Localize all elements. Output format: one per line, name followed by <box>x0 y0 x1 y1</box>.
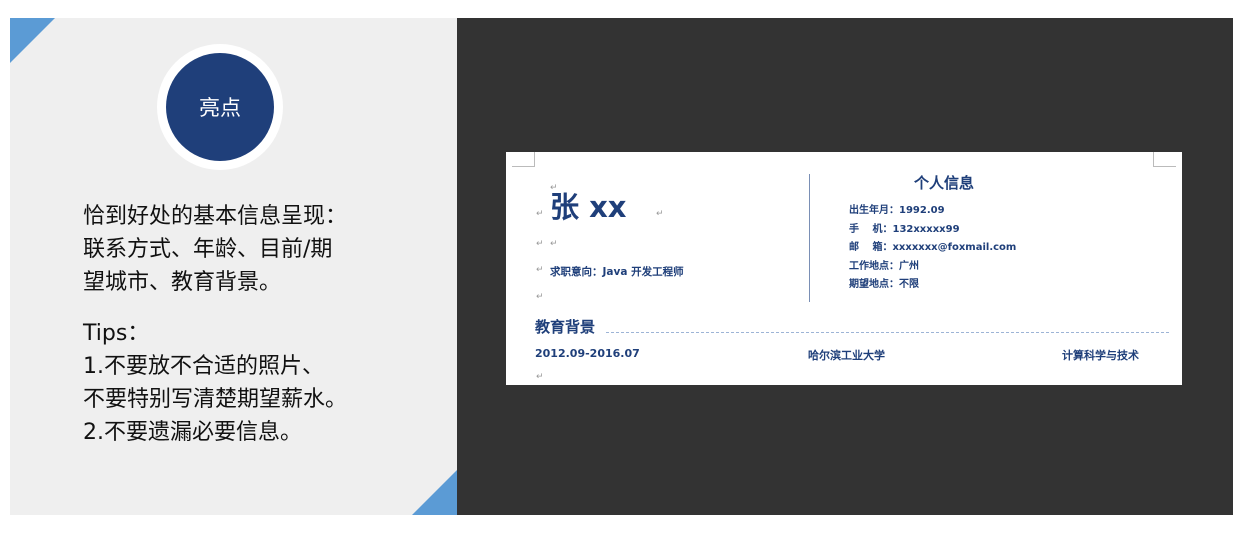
highlight-badge-label: 亮点 <box>166 53 274 161</box>
education-divider <box>606 332 1169 333</box>
crop-mark-top-right <box>1153 152 1176 167</box>
crop-mark-top-left <box>512 152 535 167</box>
corner-triangle-top-left <box>10 18 55 63</box>
education-school: 哈尔滨工业大学 <box>808 349 885 362</box>
tips-title: Tips： <box>83 321 150 346</box>
summary-line-3: 望城市、教育背景。 <box>83 270 282 295</box>
paragraph-mark: ↵ <box>656 209 664 219</box>
paragraph-mark: ↵ <box>536 209 544 219</box>
preview-panel: ↵ ↵ 张 xx ↵ ↵ ↵ ↵ 求职意向：Java 开发工程师 ↵ 个人信息 … <box>457 18 1233 515</box>
paragraph-mark: ↵ <box>536 292 544 302</box>
info-email: 邮 箱：xxxxxxx@foxmail.com <box>849 242 1017 254</box>
education-title: 教育背景 <box>535 318 596 336</box>
paragraph-mark: ↵ <box>536 265 544 275</box>
paragraph-mark: ↵ <box>536 372 544 382</box>
highlight-badge: 亮点 <box>157 44 283 170</box>
resume-name: 张 xx <box>550 190 627 224</box>
column-divider <box>809 174 810 302</box>
info-phone: 手 机：132xxxxx99 <box>849 223 960 235</box>
left-panel: 亮点 恰到好处的基本信息呈现： 联系方式、年龄、目前/期 望城市、教育背景。 T… <box>10 18 457 515</box>
info-birth: 出生年月：1992.09 <box>849 205 945 216</box>
education-period: 2012.09-2016.07 <box>535 347 640 360</box>
summary-line-1: 恰到好处的基本信息呈现： <box>83 204 348 229</box>
info-expected-location: 期望地点：不限 <box>849 279 919 291</box>
job-intention: 求职意向：Java 开发工程师 <box>550 266 684 278</box>
tips-text-block: 恰到好处的基本信息呈现： 联系方式、年龄、目前/期 望城市、教育背景。 Tips… <box>83 200 443 449</box>
personal-info-title: 个人信息 <box>914 174 975 192</box>
tip-line-2: 不要特别写清楚期望薪水。 <box>83 387 348 412</box>
personal-info-list: 出生年月：1992.09 手 机：132xxxxx99 邮 箱：xxxxxxx@… <box>849 202 1016 295</box>
summary-line-2: 联系方式、年龄、目前/期 <box>83 237 333 262</box>
info-work-location: 工作地点：广州 <box>849 260 919 272</box>
tip-line-3: 2.不要遗漏必要信息。 <box>83 420 302 445</box>
education-major: 计算科学与技术 <box>1062 349 1139 362</box>
resume-document: ↵ ↵ 张 xx ↵ ↵ ↵ ↵ 求职意向：Java 开发工程师 ↵ 个人信息 … <box>506 152 1182 385</box>
tip-line-1: 1.不要放不合适的照片、 <box>83 354 324 379</box>
paragraph-mark: ↵ <box>550 239 558 249</box>
paragraph-mark: ↵ <box>536 239 544 249</box>
corner-triangle-bottom-right <box>412 470 457 515</box>
